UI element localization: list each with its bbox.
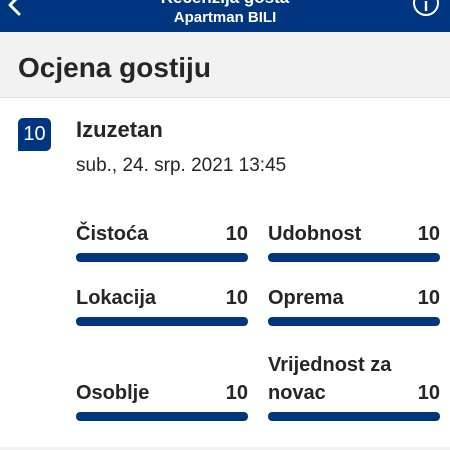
category-label: Čistoća	[76, 223, 149, 245]
category-score: 10	[417, 223, 440, 245]
category-label: Osoblje	[76, 382, 150, 404]
category-progress-fill	[268, 317, 440, 326]
top-navigation-bar: Recenzija gosta Apartman BILI	[0, 0, 450, 32]
category-progress-bar	[76, 253, 248, 262]
category-label: Oprema	[268, 287, 344, 309]
section-header: Ocjena gostiju	[0, 32, 450, 98]
category-score: 10	[417, 287, 440, 309]
category-progress-fill	[76, 412, 248, 421]
category-item: Čistoća 10	[76, 212, 248, 262]
category-progress-fill	[268, 412, 440, 421]
chevron-left-icon[interactable]	[0, 0, 30, 20]
category-progress-bar	[268, 317, 440, 326]
category-score: 10	[225, 287, 248, 309]
review-date: sub., 24. srp. 2021 13:45	[76, 155, 287, 176]
category-item: Osoblje 10	[76, 331, 248, 421]
category-progress-fill	[76, 253, 248, 262]
category-progress-bar	[76, 412, 248, 421]
category-progress-bar	[76, 317, 248, 326]
category-progress-fill	[268, 253, 440, 262]
category-item: Lokacija 10	[76, 276, 248, 326]
category-item: Oprema 10	[268, 276, 440, 326]
info-icon[interactable]	[411, 0, 441, 18]
category-item: Udobnost 10	[268, 212, 440, 262]
category-score: 10	[225, 382, 248, 404]
category-score: 10	[417, 382, 440, 404]
review-verdict: Izuzetan	[76, 117, 163, 142]
category-progress-fill	[76, 317, 248, 326]
page-title: Ocjena gostiju	[18, 52, 211, 83]
category-label: Lokacija	[76, 287, 157, 309]
category-progress-bar	[268, 412, 440, 421]
category-label: Vrijednost za novac	[268, 354, 392, 404]
review-score-badge: 10	[18, 118, 51, 151]
category-label: Udobnost	[268, 223, 362, 245]
category-score: 10	[225, 223, 248, 245]
nav-subtitle: Apartman BILI	[173, 9, 277, 26]
nav-title: Recenzija gosta	[60, 0, 390, 8]
category-progress-bar	[268, 253, 440, 262]
category-item: Vrijednost za novac 10	[268, 331, 440, 421]
